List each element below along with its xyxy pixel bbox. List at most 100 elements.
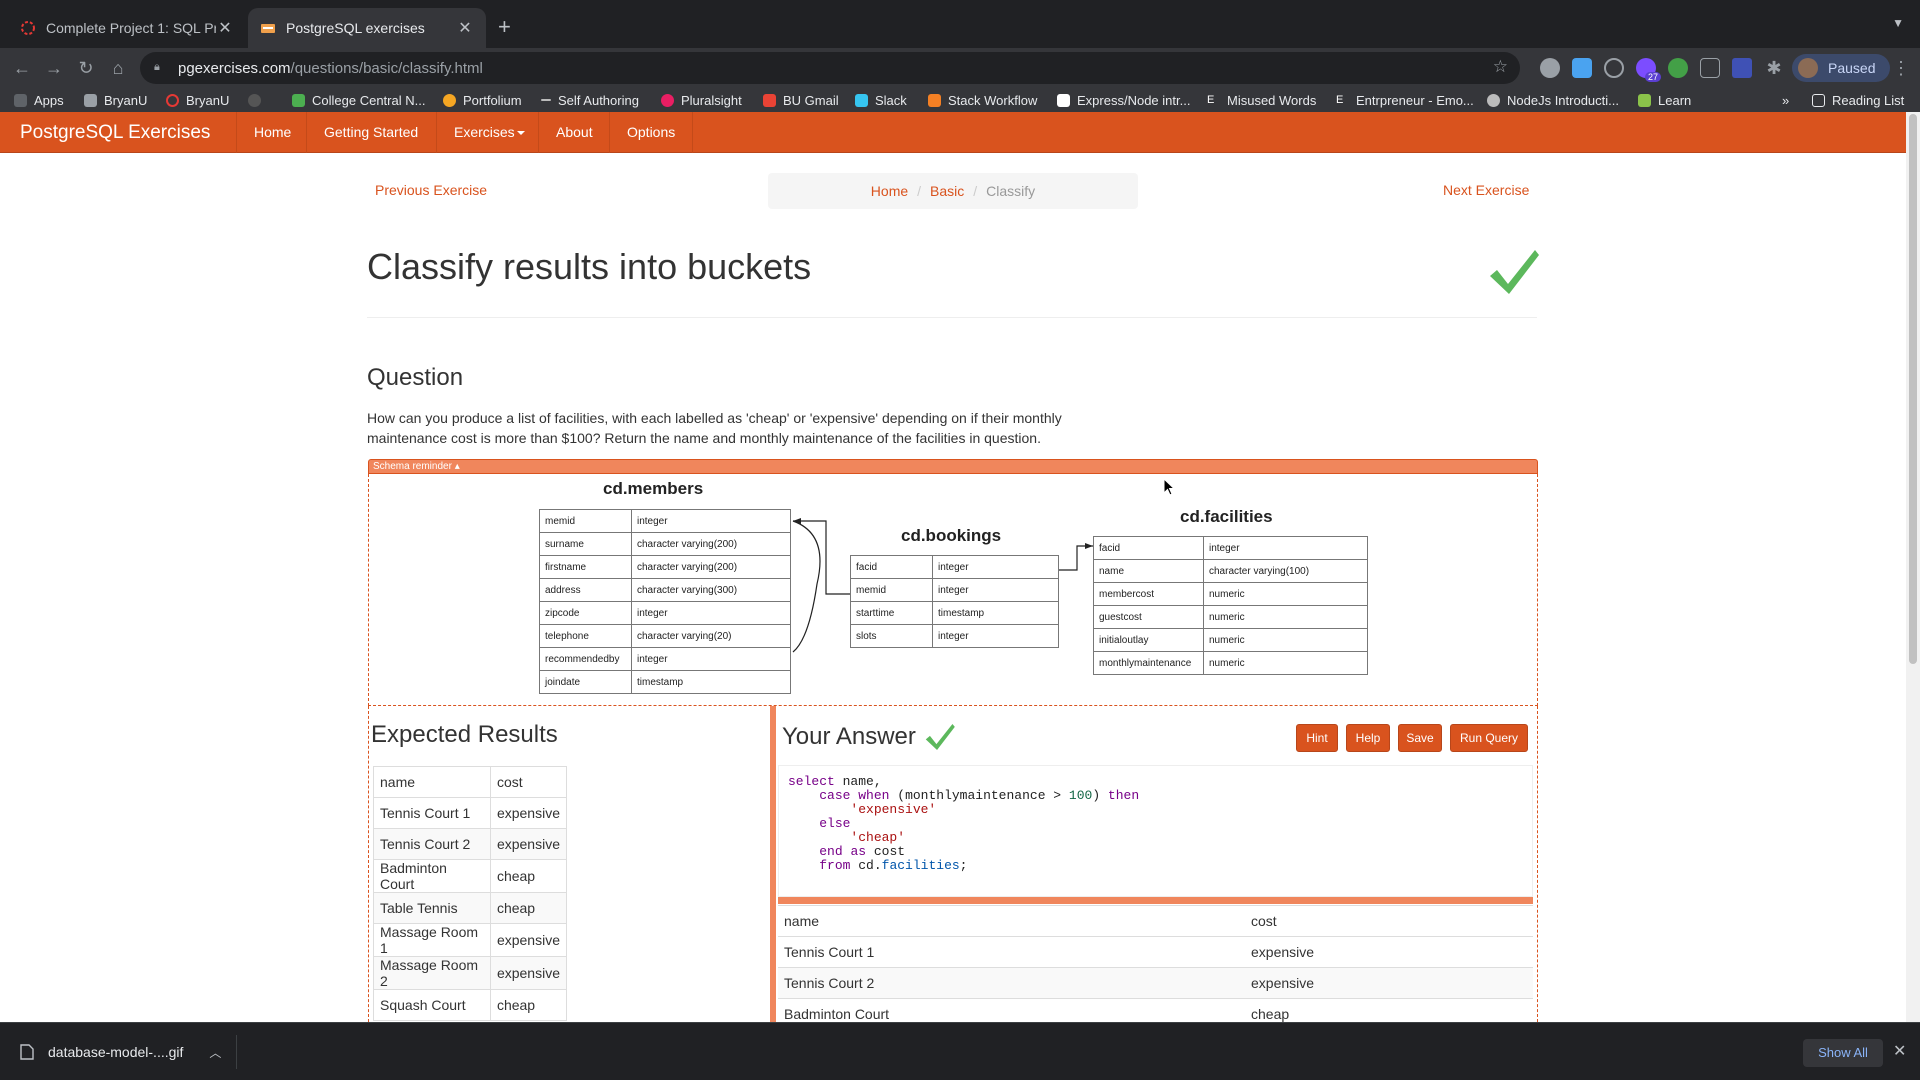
breadcrumb-basic[interactable]: Basic (930, 183, 964, 199)
schema-reminder-toggle[interactable]: Schema reminder ▴ (368, 459, 1538, 474)
next-exercise-link[interactable]: Next Exercise (1443, 182, 1529, 198)
table-header-row: name cost (778, 905, 1533, 937)
table-row: Massage Room 2 expensive (373, 956, 568, 990)
slack-icon (855, 93, 868, 107)
new-tab-icon[interactable]: + (498, 14, 511, 40)
bookmarks-overflow-icon[interactable]: » (1782, 91, 1789, 109)
extension-brackets-icon[interactable] (1700, 58, 1720, 78)
cell-name: Tennis Court 2 (778, 967, 1245, 999)
cell-cost: expensive (1245, 936, 1533, 968)
cell-cost: cheap (489, 989, 568, 1021)
breadcrumb-current: Classify (986, 183, 1036, 199)
pgexercises-favicon-icon (261, 24, 275, 33)
extension-gear-icon[interactable] (1540, 58, 1560, 78)
breadcrumb-separator: / (917, 183, 922, 199)
bookmark-star-icon[interactable]: ☆ (1493, 57, 1508, 77)
bookmark-stack-workflow[interactable]: Stack Workflow (928, 91, 1037, 109)
cell-cost: cheap (489, 859, 568, 893)
save-button[interactable]: Save (1398, 724, 1442, 752)
address-bar[interactable]: 🔒︎ pgexercises.com/questions/basic/class… (140, 52, 1520, 84)
reading-list-icon (1812, 93, 1825, 107)
bookmark-label: Slack (875, 92, 907, 108)
bookmarks-bar: Apps BryanU BryanU College Central N... … (0, 88, 1920, 112)
letter-e-icon: E (1207, 93, 1215, 106)
bookmark-bu-gmail[interactable]: BU Gmail (763, 91, 839, 109)
cell-name: Tennis Court 1 (778, 936, 1245, 968)
sql-editor[interactable]: select name, case when (monthlymaintenan… (778, 765, 1533, 897)
bookmark-bryanu-2[interactable]: BryanU (166, 91, 229, 109)
bookmark-label: Express/Node intr... (1077, 92, 1191, 108)
bookmark-github[interactable] (248, 91, 268, 109)
github-icon (248, 93, 261, 107)
site-brand[interactable]: PostgreSQL Exercises (20, 112, 210, 153)
run-query-button[interactable]: Run Query (1450, 724, 1528, 752)
question-text: How can you produce a list of facilities… (367, 410, 1062, 446)
extension-target-icon[interactable] (1604, 58, 1624, 78)
portfolium-icon (443, 93, 456, 107)
download-item[interactable]: database-model-....gif ︿ (20, 1023, 221, 1080)
home-icon[interactable]: ⌂ (106, 56, 130, 80)
extensions-puzzle-icon[interactable]: ✱ (1762, 56, 1786, 80)
cell-name: Tennis Court 1 (373, 797, 491, 829)
chevron-up-icon[interactable]: ︿ (209, 1044, 221, 1061)
url-host: pgexercises.com (178, 59, 291, 77)
back-arrow-icon[interactable]: ← (10, 56, 34, 80)
reload-icon[interactable]: ↻ (74, 56, 98, 80)
help-button[interactable]: Help (1346, 724, 1390, 752)
page-title: Classify results into buckets (367, 246, 812, 287)
nav-home[interactable]: Home (236, 112, 308, 153)
forward-arrow-icon[interactable]: → (42, 56, 66, 80)
bookmark-express-node[interactable]: Express/Node intr... (1057, 91, 1190, 109)
table-row: Massage Room 1 expensive (373, 923, 568, 957)
nav-getting-started[interactable]: Getting Started (306, 112, 435, 153)
arrowhead-icon (1085, 543, 1093, 549)
bookmark-slack[interactable]: Slack (855, 91, 907, 109)
previous-exercise-link[interactable]: Previous Exercise (375, 182, 487, 198)
nav-about[interactable]: About (538, 112, 610, 153)
bookmark-self-authoring[interactable]: Self Authoring (541, 91, 639, 109)
cell-name: Massage Room 1 (373, 923, 491, 957)
bookmark-college-central[interactable]: College Central N... (292, 91, 425, 109)
close-tab-icon[interactable]: ✕ (456, 18, 474, 38)
pane-divider[interactable] (770, 706, 776, 1022)
tab-search-icon[interactable]: ▼ (1892, 16, 1904, 30)
extension-window-icon[interactable] (1732, 58, 1752, 78)
bookmark-nodejs[interactable]: NodeJs Introducti... (1487, 91, 1619, 109)
close-icon[interactable]: ✕ (1893, 1041, 1906, 1061)
bookmark-portfolium[interactable]: Portfolium (443, 91, 522, 109)
apps-grid-icon (14, 93, 27, 107)
extension-badge-count: 27 (1645, 72, 1662, 82)
editor-resize-handle[interactable] (778, 897, 1533, 904)
avatar (1798, 58, 1818, 78)
download-filename: database-model-....gif (48, 1044, 184, 1060)
cell-name: Table Tennis (373, 892, 491, 924)
bookmark-entrepreneur[interactable]: E Entrpreneur - Emo... (1336, 91, 1474, 109)
hint-button[interactable]: Hint (1296, 724, 1338, 752)
bookmark-misused-words[interactable]: E Misused Words (1207, 91, 1316, 109)
close-tab-icon[interactable]: ✕ (216, 18, 234, 38)
your-answer-table: name cost Tennis Court 1 expensive Tennis Co… (778, 905, 1533, 1030)
profile-button[interactable]: Paused (1792, 54, 1890, 82)
bookmark-bryanu-1[interactable]: BryanU (84, 91, 147, 109)
page-scrollbar-thumb[interactable] (1909, 114, 1917, 664)
browser-menu-icon[interactable]: ⋮ (1892, 58, 1910, 79)
cell-cost: expensive (489, 828, 568, 860)
extension-cloud-icon[interactable] (1572, 58, 1592, 78)
nav-options[interactable]: Options (609, 112, 694, 153)
bookmark-learn[interactable]: Learn (1638, 91, 1691, 109)
nav-exercises[interactable]: Exercises (436, 112, 549, 153)
question-heading: Question (367, 364, 464, 391)
bookmark-apps[interactable]: Apps (14, 91, 64, 109)
browser-tab-pgexercises[interactable]: PostgreSQL exercises ✕ (248, 8, 486, 48)
cell-cost: expensive (489, 797, 568, 829)
column-header: name (373, 766, 491, 798)
gmail-icon (763, 93, 776, 107)
extension-face-icon[interactable] (1668, 58, 1688, 78)
browser-tab-sql-practice[interactable]: Complete Project 1: SQL Practi ✕ (8, 8, 246, 48)
reading-list-button[interactable]: Reading List (1812, 91, 1904, 109)
table-row: Table Tennis cheap (373, 892, 568, 924)
college-icon (292, 93, 305, 107)
show-all-downloads-button[interactable]: Show All (1803, 1039, 1883, 1067)
bookmark-pluralsight[interactable]: Pluralsight (661, 91, 742, 109)
breadcrumb-home[interactable]: Home (871, 183, 908, 199)
